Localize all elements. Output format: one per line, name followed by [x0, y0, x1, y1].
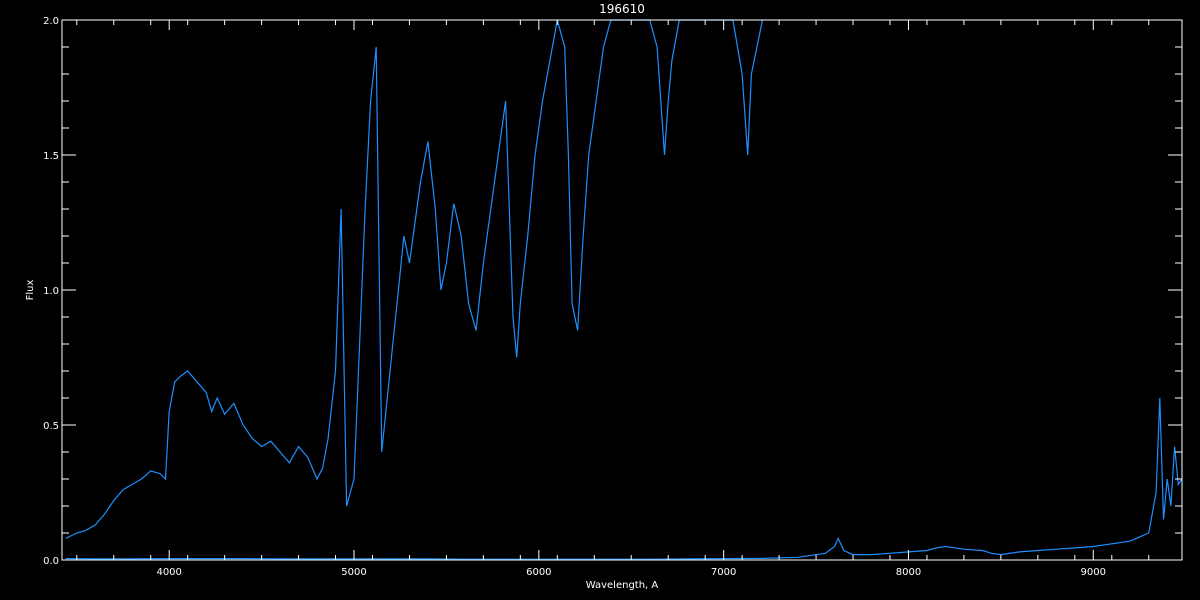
series-line-1 — [65, 397, 1183, 560]
y-tick-label: 2.0 — [43, 16, 59, 27]
spectrum-chart: 196610 Wavelength, A Flux 4000 5000 6000 70… — [25, 2, 1183, 591]
x-tick-label: 7000 — [711, 567, 736, 578]
y-tick-label: 0.0 — [43, 556, 59, 567]
x-tick-label: 8000 — [896, 567, 921, 578]
y-tick-label: 1.0 — [43, 286, 59, 297]
y-tick-label: 1.5 — [43, 151, 59, 162]
chart-title: 196610 — [599, 2, 645, 16]
x-tick-label: 9000 — [1081, 567, 1106, 578]
series-layer — [65, 19, 1183, 560]
x-tick-label: 4000 — [156, 567, 181, 578]
ticks-layer: 4000 5000 6000 7000 8000 9000 0.0 0.5 1.0 1.5 2.0 — [43, 16, 1182, 578]
series-line-0 — [65, 19, 764, 539]
x-tick-label: 6000 — [526, 567, 551, 578]
y-axis-label: Flux — [25, 280, 36, 301]
plot-frame — [61, 19, 1183, 561]
x-tick-label: 5000 — [341, 567, 366, 578]
x-axis-label: Wavelength, A — [586, 580, 659, 591]
y-tick-label: 0.5 — [43, 421, 59, 432]
